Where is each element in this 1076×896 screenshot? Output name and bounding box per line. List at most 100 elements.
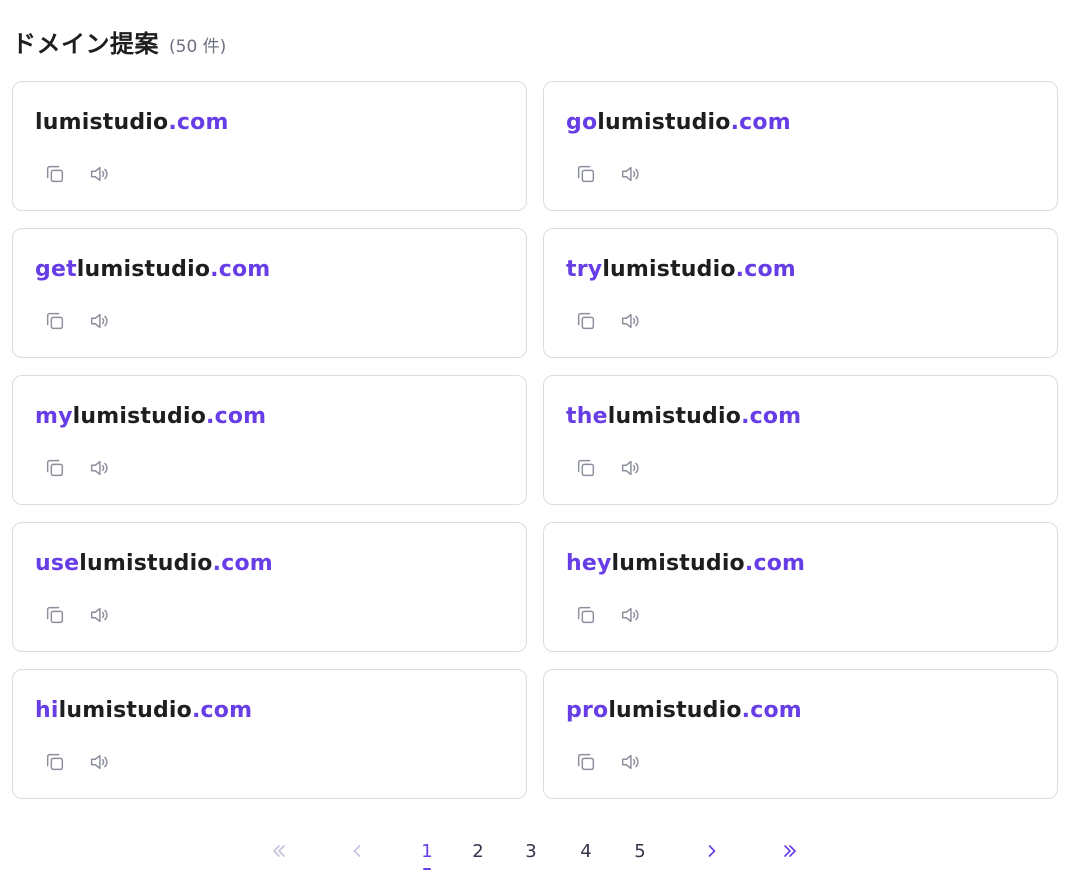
copy-button[interactable] — [39, 305, 71, 337]
domain-name: uselumistudio.com — [35, 549, 504, 579]
domain-name: getlumistudio.com — [35, 255, 504, 285]
domain-prefix: the — [566, 404, 608, 429]
copy-icon — [46, 165, 64, 183]
domain-tld: .com — [212, 551, 273, 576]
domain-name: hilumistudio.com — [35, 696, 504, 726]
copy-icon — [577, 312, 595, 330]
copy-icon — [577, 606, 595, 624]
pronounce-button[interactable] — [614, 305, 646, 337]
pronounce-button[interactable] — [83, 305, 115, 337]
page-button-5[interactable]: 5 — [625, 836, 655, 866]
domain-tld: .com — [191, 698, 253, 723]
copy-icon — [46, 606, 64, 624]
domain-tld: .com — [210, 257, 271, 282]
domain-base: lumistudio — [58, 698, 192, 723]
domain-card[interactable]: lumistudio.com — [12, 81, 527, 211]
card-actions — [39, 452, 115, 484]
pronounce-button[interactable] — [83, 452, 115, 484]
card-actions — [39, 158, 115, 190]
domain-card[interactable]: mylumistudio.com — [12, 375, 527, 505]
domain-card[interactable]: prolumistudio.com — [543, 669, 1058, 799]
pronounce-button[interactable] — [614, 599, 646, 631]
page-button-1[interactable]: 1 — [412, 836, 442, 870]
card-actions — [570, 305, 646, 337]
pronounce-button[interactable] — [614, 158, 646, 190]
domain-name: trylumistudio.com — [566, 255, 1035, 285]
speaker-icon — [621, 313, 639, 329]
copy-button[interactable] — [570, 599, 602, 631]
domain-base: lumistudio — [607, 404, 742, 429]
domain-name: golumistudio.com — [566, 108, 1035, 138]
domain-prefix: hi — [35, 698, 59, 723]
domain-tld: .com — [730, 110, 791, 135]
page-button-4[interactable]: 4 — [571, 836, 601, 866]
speaker-icon — [90, 460, 108, 476]
copy-icon — [46, 459, 64, 477]
domain-prefix: go — [566, 110, 598, 135]
copy-button[interactable] — [570, 158, 602, 190]
card-actions — [39, 746, 115, 778]
page-button-2[interactable]: 2 — [463, 836, 493, 866]
result-count: (50 件) — [169, 37, 227, 57]
speaker-icon — [621, 607, 639, 623]
domain-base: lumistudio — [608, 698, 742, 723]
domain-base: lumistudio — [611, 551, 745, 576]
speaker-icon — [90, 313, 108, 329]
pronounce-button[interactable] — [83, 158, 115, 190]
copy-button[interactable] — [570, 305, 602, 337]
page-button-3[interactable]: 3 — [516, 836, 546, 866]
domain-base: lumistudio — [76, 257, 211, 282]
domain-tld: .com — [744, 551, 806, 576]
pagination: 1 2 3 4 5 — [0, 836, 1076, 870]
domain-name: mylumistudio.com — [35, 402, 504, 432]
domain-prefix: get — [35, 257, 77, 282]
copy-button[interactable] — [39, 599, 71, 631]
section-header: ドメイン提案 (50 件) — [12, 24, 226, 58]
domain-base: lumistudio — [79, 551, 213, 576]
copy-icon — [46, 312, 64, 330]
speaker-icon — [621, 460, 639, 476]
pronounce-button[interactable] — [83, 746, 115, 778]
domain-name: heylumistudio.com — [566, 549, 1035, 579]
copy-icon — [577, 165, 595, 183]
chevron-left-icon — [353, 845, 361, 857]
copy-button[interactable] — [39, 158, 71, 190]
speaker-icon — [90, 607, 108, 623]
pronounce-button[interactable] — [83, 599, 115, 631]
card-actions — [39, 305, 115, 337]
domain-card[interactable]: getlumistudio.com — [12, 228, 527, 358]
domain-prefix: hey — [566, 551, 612, 576]
domain-card[interactable]: uselumistudio.com — [12, 522, 527, 652]
domain-prefix: my — [35, 404, 73, 429]
domain-card[interactable]: golumistudio.com — [543, 81, 1058, 211]
domain-base: lumistudio — [597, 110, 731, 135]
copy-button[interactable] — [39, 452, 71, 484]
last-page-button[interactable] — [775, 836, 805, 866]
page-title: ドメイン提案 — [12, 30, 159, 58]
copy-button[interactable] — [570, 452, 602, 484]
domain-base: lumistudio — [35, 110, 169, 135]
double-chevron-right-icon — [784, 845, 796, 857]
domain-card[interactable]: heylumistudio.com — [543, 522, 1058, 652]
chevron-right-icon — [708, 845, 716, 857]
pronounce-button[interactable] — [614, 746, 646, 778]
first-page-button[interactable] — [264, 836, 294, 866]
domain-tld: .com — [741, 404, 802, 429]
domain-tld: .com — [206, 404, 267, 429]
copy-button[interactable] — [570, 746, 602, 778]
speaker-icon — [90, 754, 108, 770]
next-page-button[interactable] — [697, 836, 727, 866]
domain-card[interactable]: hilumistudio.com — [12, 669, 527, 799]
domain-card[interactable]: trylumistudio.com — [543, 228, 1058, 358]
card-actions — [570, 746, 646, 778]
domain-suggestion-grid: lumistudio.com golumistudio.com getlumis… — [12, 81, 1058, 799]
domain-card[interactable]: thelumistudio.com — [543, 375, 1058, 505]
pronounce-button[interactable] — [614, 452, 646, 484]
domain-base: lumistudio — [72, 404, 207, 429]
prev-page-button[interactable] — [342, 836, 372, 866]
domain-name: prolumistudio.com — [566, 696, 1035, 726]
copy-button[interactable] — [39, 746, 71, 778]
speaker-icon — [90, 166, 108, 182]
domain-tld: .com — [168, 110, 229, 135]
card-actions — [39, 599, 115, 631]
